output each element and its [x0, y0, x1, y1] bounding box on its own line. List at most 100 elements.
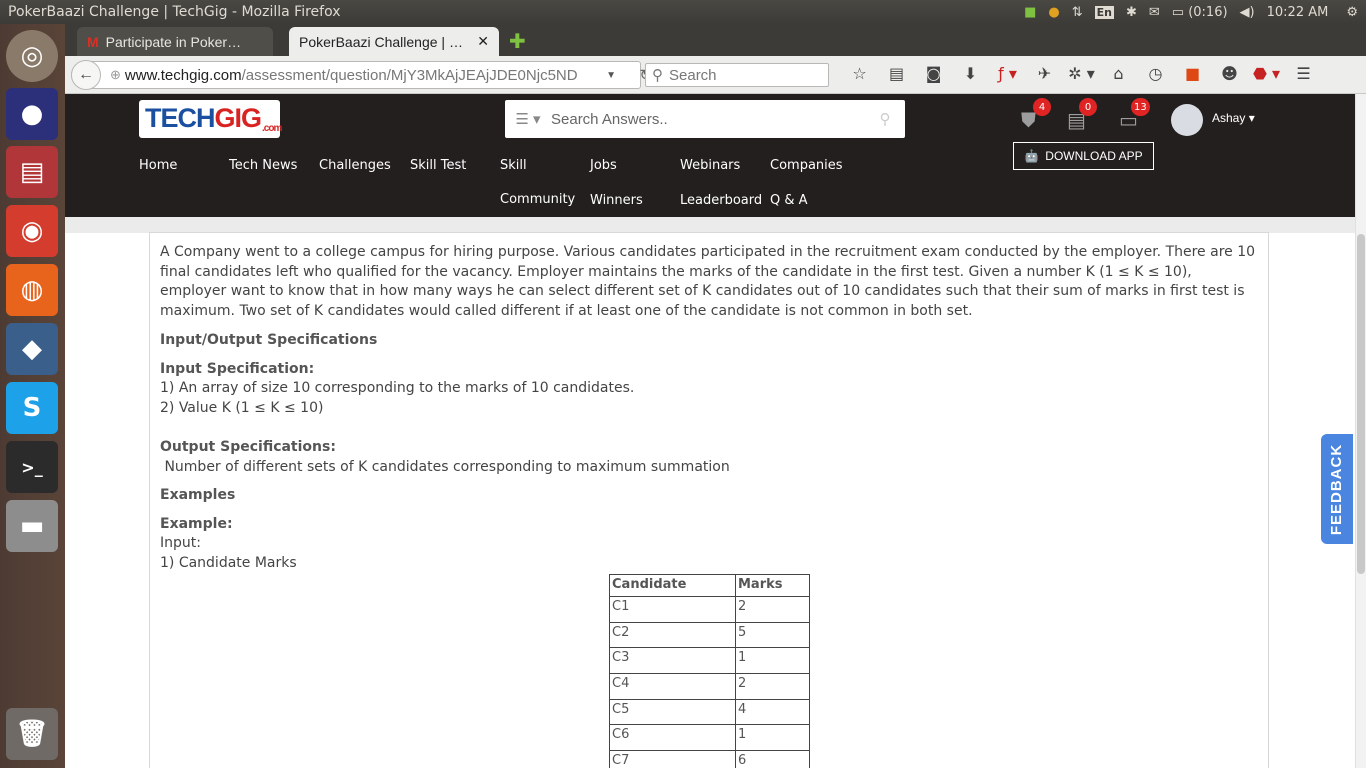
disk-drive-icon[interactable]: ▬: [6, 500, 58, 552]
category-menu-icon[interactable]: ☰ ▾: [505, 110, 551, 128]
table-row: C5 4: [609, 698, 810, 726]
trash-icon[interactable]: 🗑: [6, 708, 58, 760]
input-heading: Input Specification:: [160, 360, 315, 377]
io-heading: Input/Output Specifications: [160, 332, 378, 348]
menu-icon[interactable]: ☰: [1285, 64, 1322, 83]
menu-companies[interactable]: Companies: [770, 158, 843, 173]
web-page: TECH GIG .com ☰ ▾ Search Answers.. ⚲ ⛊ 4 ▤ 0…: [65, 94, 1366, 768]
gmail-icon: M: [87, 33, 99, 50]
extension-icon[interactable]: ✲ ▾: [1063, 64, 1100, 83]
answers-search-bar[interactable]: ☰ ▾ Search Answers.. ⚲: [505, 100, 905, 138]
page-scrollbar[interactable]: [1355, 94, 1366, 768]
toolbar-icons: ☆ ▤ ◙ ⬇ ƒ ▾ ✈ ✲ ▾ ⌂ ◷ ■ ☻ ⬣ ▾ ☰: [841, 64, 1322, 83]
menu-leaderboard[interactable]: Leaderboard: [680, 193, 762, 208]
menu-skill[interactable]: Skill: [500, 158, 527, 173]
network-icon[interactable]: ⇅: [1066, 5, 1089, 20]
table-header-row: Candidate Marks: [609, 574, 810, 597]
site-info-icon[interactable]: ⊕: [110, 67, 121, 83]
browser-window: M Participate in Poker… PokerBaazi Chall…: [65, 24, 1366, 768]
power-icon[interactable]: ⚙: [1340, 5, 1366, 20]
water-drop-icon[interactable]: ◆: [6, 323, 58, 375]
table-cell: C7: [609, 750, 736, 768]
pocket-icon[interactable]: ◙: [915, 64, 952, 83]
chat-icon[interactable]: ☻: [1211, 64, 1248, 83]
menu-webinars[interactable]: Webinars: [680, 158, 740, 173]
flash-icon[interactable]: ƒ ▾: [989, 64, 1026, 83]
answers-search-input[interactable]: Search Answers..: [551, 111, 865, 128]
menu-home[interactable]: Home: [139, 158, 177, 173]
tab-bar: M Participate in Poker… PokerBaazi Chall…: [65, 24, 1366, 56]
address-bar[interactable]: ← ⊕ www.techgig.com/assessment/question/…: [71, 60, 652, 90]
table-row: C4 2: [609, 673, 810, 700]
system-top-panel: PokerBaazi Challenge | TechGig - Mozilla…: [0, 0, 1366, 24]
history-icon[interactable]: ◷: [1137, 64, 1174, 83]
table-cell: C3: [609, 647, 736, 675]
table-cell: C6: [609, 724, 736, 752]
chrome-tray-icon[interactable]: ●: [1042, 5, 1065, 20]
table-cell: 1: [735, 647, 810, 675]
menu-community[interactable]: Community: [500, 192, 575, 207]
shield-status-icon[interactable]: ■: [1018, 5, 1042, 20]
problem-statement: A Company went to a college campus for h…: [160, 244, 1256, 319]
firefox-icon[interactable]: ◍: [6, 264, 58, 316]
volume-icon[interactable]: ◀): [1234, 5, 1261, 20]
download-app-button[interactable]: 🤖 DOWNLOAD APP: [1013, 142, 1154, 170]
site-header: TECH GIG .com ☰ ▾ Search Answers.. ⚲ ⛊ 4 ▤ 0…: [65, 94, 1355, 217]
table-row: C1 2: [609, 596, 810, 623]
menu-winners[interactable]: Winners: [590, 193, 643, 208]
new-tab-button[interactable]: ✚: [509, 29, 526, 53]
candidate-marks-table: Candidate Marks C1 2 C2 5 C3 1 C4 2 C5 4 C6 1 …: [609, 574, 810, 768]
examples-heading: Examples: [160, 487, 236, 503]
mail-icon[interactable]: ✉: [1143, 5, 1166, 20]
table-cell: C5: [609, 698, 736, 726]
desktop-notification-icon[interactable]: ▭ 13: [1119, 98, 1150, 132]
menu-tech-news[interactable]: Tech News: [229, 158, 297, 173]
back-button[interactable]: ←: [71, 60, 101, 90]
window-title: PokerBaazi Challenge | TechGig - Mozilla…: [8, 4, 341, 20]
input-spec-1: 1) An array of size 10 corresponding to …: [160, 380, 635, 396]
scrollbar-thumb[interactable]: [1357, 234, 1365, 574]
feedback-tab[interactable]: FEEDBACK: [1321, 434, 1353, 544]
ubuntu-addon-icon[interactable]: ■: [1174, 64, 1211, 83]
download-icon[interactable]: ⬇: [952, 64, 989, 83]
browser-search-input[interactable]: ⚲ Search: [645, 63, 829, 87]
system-tray: ■ ● ⇅ En ✱ ✉ ▭ (0:16) ◀) 10:22 AM ⚙: [1018, 0, 1366, 24]
menu-jobs[interactable]: Jobs: [590, 158, 617, 173]
news-notification-icon[interactable]: ▤ 0: [1067, 98, 1097, 132]
tab-participate[interactable]: M Participate in Poker…: [77, 27, 273, 56]
input-spec-2: 2) Value K (1 ≤ K ≤ 10): [160, 399, 324, 416]
problem-panel: A Company went to a college campus for h…: [149, 232, 1269, 768]
reading-list-icon[interactable]: ▤: [878, 64, 915, 83]
chrome-icon[interactable]: ◉: [6, 205, 58, 257]
avatar[interactable]: [1171, 104, 1203, 136]
user-menu[interactable]: Ashay ▾: [1212, 111, 1255, 125]
caret-down-icon: ▾: [1248, 111, 1255, 125]
table-cell: 6: [735, 750, 810, 768]
table-row: C2 5: [609, 621, 810, 649]
techgig-logo[interactable]: TECH GIG .com: [139, 100, 282, 138]
search-icon[interactable]: ⚲: [865, 110, 905, 128]
tab-label: Participate in Poker…: [105, 33, 242, 50]
tab-pokerbaazi[interactable]: PokerBaazi Challenge | … ✕: [289, 27, 499, 56]
table-row: C7 6: [609, 750, 810, 768]
clock[interactable]: 10:22 AM: [1261, 5, 1341, 20]
file-cabinet-icon[interactable]: ▤: [6, 146, 58, 198]
bluetooth-icon[interactable]: ✱: [1120, 5, 1143, 20]
shield-notification-icon[interactable]: ⛊ 4: [1021, 98, 1051, 132]
keyboard-layout[interactable]: En: [1089, 5, 1120, 19]
adblock-icon[interactable]: ⬣ ▾: [1248, 64, 1285, 83]
ubuntu-dash-icon[interactable]: ◎: [6, 30, 58, 82]
send-icon[interactable]: ✈: [1026, 64, 1063, 83]
battery-indicator[interactable]: ▭ (0:16): [1166, 5, 1234, 20]
home-icon[interactable]: ⌂: [1100, 64, 1137, 83]
table-cell: 2: [735, 596, 810, 623]
skype-icon[interactable]: S: [6, 382, 58, 434]
terminal-icon[interactable]: >_: [6, 441, 58, 493]
bookmark-star-icon[interactable]: ☆: [841, 64, 878, 83]
eclipse-icon[interactable]: ●: [6, 88, 58, 140]
url-dropdown-icon[interactable]: ▼: [606, 70, 616, 81]
menu-skill-test[interactable]: Skill Test: [410, 158, 466, 173]
menu-challenges[interactable]: Challenges: [319, 158, 391, 173]
menu-qa[interactable]: Q & A: [770, 193, 808, 208]
close-tab-icon[interactable]: ✕: [477, 33, 489, 50]
